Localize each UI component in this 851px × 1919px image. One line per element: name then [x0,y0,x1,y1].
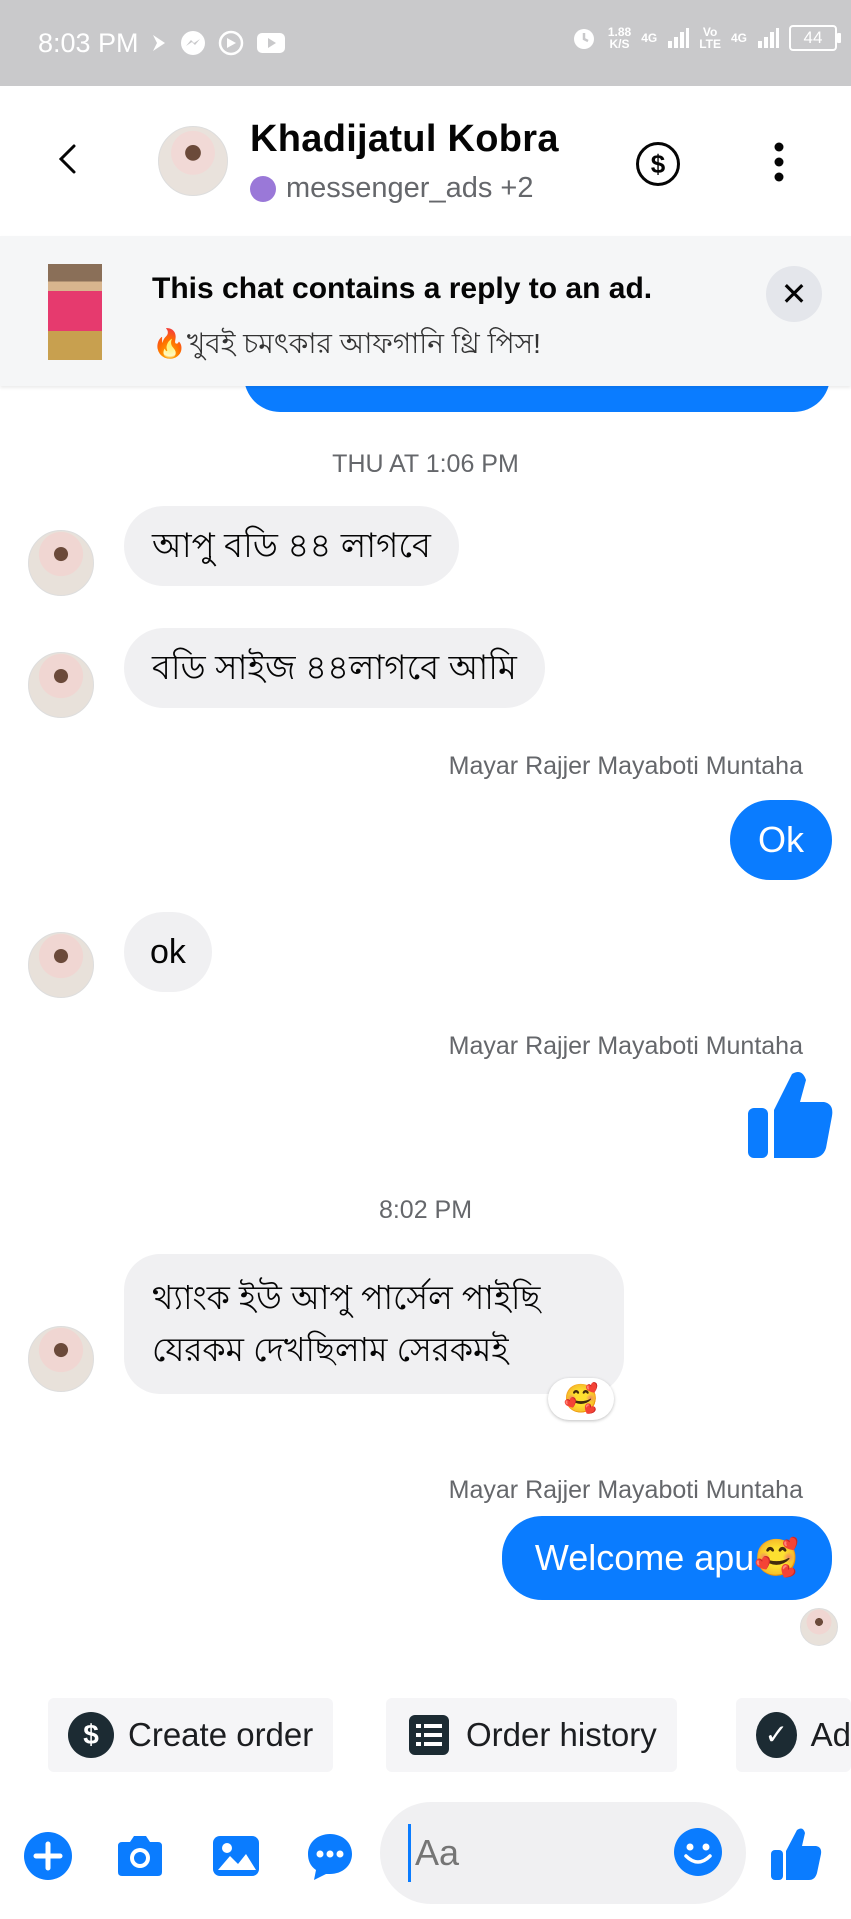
chip-label: Create order [128,1716,314,1753]
outgoing-message[interactable]: Welcome apu🥰 [502,1516,832,1600]
message-input-container [380,1802,746,1904]
order-history-chip[interactable]: Order history [386,1698,677,1772]
alarm-icon [573,29,594,49]
list-icon [409,1715,449,1755]
like-thumb-icon[interactable] [746,1068,834,1160]
chip-label: Order history [466,1716,657,1753]
plus-icon[interactable] [22,1830,74,1882]
sender-name: Mayar Rajjer Mayaboti Muntaha [448,752,803,780]
navigation-icon [153,35,165,51]
contact-labels: messenger_ads +2 [286,172,534,204]
sender-avatar[interactable] [28,652,94,718]
check-icon: ✓ [756,1712,797,1758]
network-4g-1: 4G [641,31,658,45]
contact-avatar[interactable] [158,126,228,196]
signal-icon-2 [758,28,779,48]
dollar-icon: $ [68,1712,114,1758]
chat-header: Khadijatul Kobra messenger_ads +2 $ [0,86,851,236]
sender-name: Mayar Rajjer Mayaboti Muntaha [448,1032,803,1060]
incoming-message[interactable]: ok [124,912,212,992]
battery-indicator: 44 [789,25,841,51]
sender-name: Mayar Rajjer Mayaboti Muntaha [448,1476,803,1504]
youtube-icon [257,33,285,53]
back-arrow-icon[interactable] [50,140,88,178]
label-dot-icon [250,175,276,202]
chip-label: Ad [810,1716,851,1753]
message-reaction[interactable]: 🥰 [548,1378,614,1420]
notification-icons [150,30,286,56]
message-line: থ্যাংক ইউ আপু পার্সেল পাইছি [152,1279,541,1316]
timestamp: 8:02 PM [378,1196,473,1224]
sender-avatar[interactable] [28,1326,94,1392]
ad-reply-banner[interactable]: This chat contains a reply to an ad. 🔥খু… [0,236,851,386]
send-like-icon[interactable] [770,1826,822,1882]
signal-icon [668,28,690,48]
emoji-icon[interactable] [672,1826,724,1878]
payment-dollar-icon[interactable]: $ [636,142,680,186]
speed-unit: K/S [609,37,630,51]
incoming-message[interactable]: আপু বডি ৪৪ লাগবে [124,506,459,586]
close-icon[interactable]: ✕ [766,266,822,322]
gallery-icon[interactable] [210,1830,262,1882]
ad-banner-title: This chat contains a reply to an ad. [152,272,653,305]
sender-avatar[interactable] [28,530,94,596]
message-input[interactable] [408,1824,667,1882]
contact-subtitle[interactable]: messenger_ads +2 [250,172,533,205]
add-chip[interactable]: ✓ Ad [736,1698,851,1772]
camera-icon[interactable] [114,1830,166,1882]
outgoing-message[interactable]: Ok [730,800,832,880]
ad-thumbnail [48,264,102,360]
contact-name[interactable]: Khadijatul Kobra [250,118,559,161]
incoming-message[interactable]: বডি সাইজ ৪৪লাগবে আমি [124,628,545,708]
timestamp: THU AT 1:06 PM [332,450,519,478]
ad-banner-subtitle: 🔥খুবই চমৎকার আফগানি থ্রি পিস! [152,328,541,359]
status-time: 8:03 PM [38,28,139,58]
blocked-icon [218,30,244,56]
network-speed: 1.88 K/S [608,26,631,50]
volte-label: Vo LTE [699,26,721,50]
message-line: যেরকম দেখছিলাম সেরকমই [152,1331,509,1368]
create-order-chip[interactable]: $ Create order [48,1698,334,1772]
more-options-icon[interactable] [774,142,784,182]
volte-bottom: LTE [699,37,721,51]
incoming-message[interactable]: থ্যাংক ইউ আপু পার্সেল পাইছি যেরকম দেখছিল… [124,1254,624,1394]
network-4g-2: 4G [730,31,747,45]
status-right: 1.88 K/S 4G Vo LTE 4G 44 [570,24,841,52]
status-bar: 8:03 PM 1.88 K/S 4G Vo LTE 4G 44 [0,0,851,86]
seen-avatar [800,1608,838,1646]
sender-avatar[interactable] [28,932,94,998]
chat-bubble-icon[interactable] [304,1830,356,1882]
messenger-icon [181,31,205,55]
